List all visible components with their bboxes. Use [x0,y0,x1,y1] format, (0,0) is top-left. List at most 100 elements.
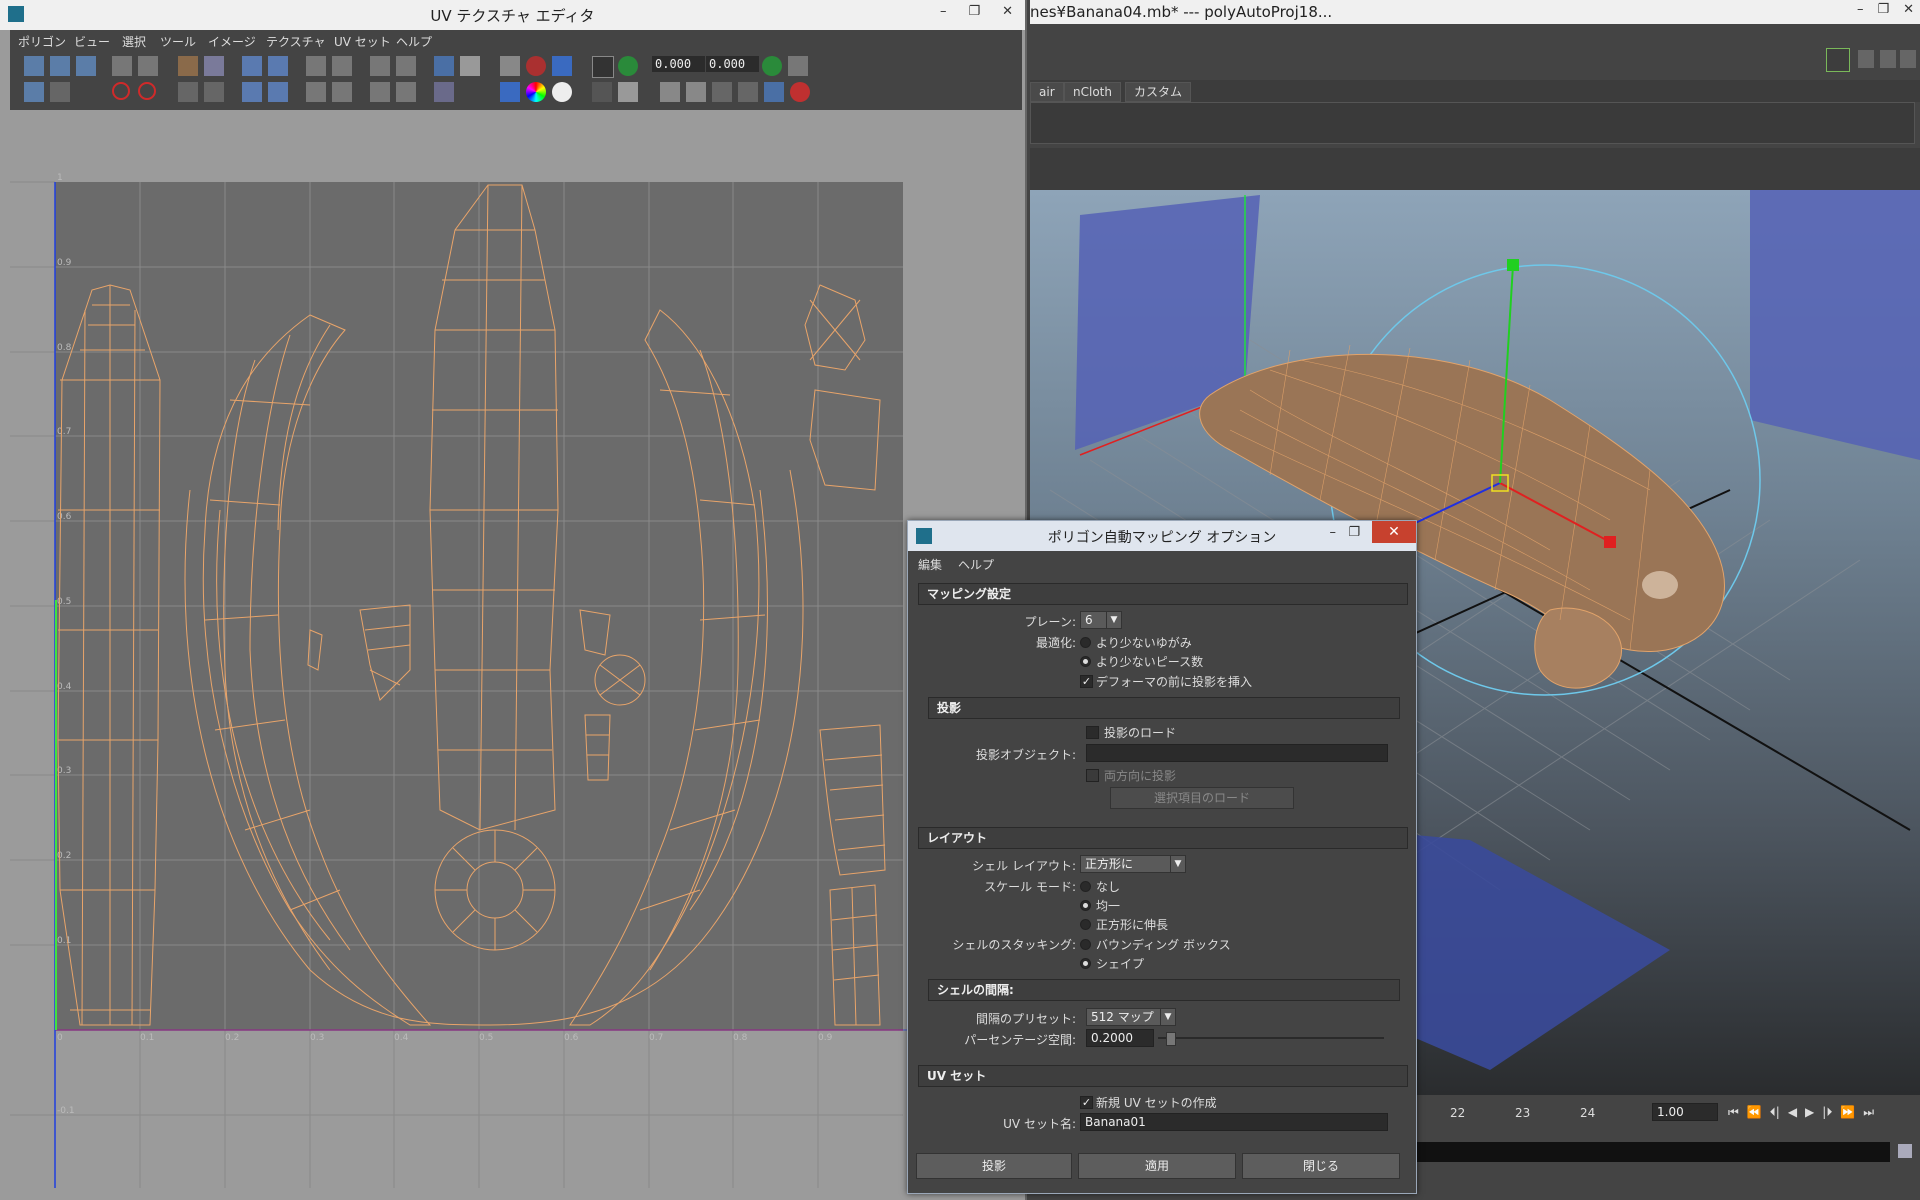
planes-dropdown[interactable]: 6 ▼ [1080,611,1122,629]
checker-display-icon[interactable] [460,56,480,76]
toggle-grid-icon[interactable] [500,56,520,76]
tool-settings-icon[interactable] [1880,50,1896,68]
pixel-snap-icon[interactable] [526,56,546,76]
step-back-frame-button[interactable]: ⏴| [1770,1105,1780,1120]
isolate-add-icon[interactable] [370,82,390,102]
grid-uvs-icon[interactable] [268,56,288,76]
align-min-v-icon[interactable] [306,82,326,102]
shell-spacing-header[interactable]: シェルの間隔: [928,979,1400,1001]
dim-image-icon[interactable] [434,82,454,102]
refresh-uv-values-icon[interactable] [762,56,782,76]
paste-uvs-icon[interactable] [686,82,706,102]
uv-select-shell-icon[interactable] [24,82,44,102]
checker-tile-icon[interactable] [618,82,638,102]
close-button[interactable]: ✕ [1002,4,1013,19]
minimize-button[interactable]: – [1330,525,1337,540]
percentage-space-field[interactable]: 0.2000 [1086,1029,1154,1047]
relax-icon[interactable] [268,82,288,102]
project-button[interactable]: 投影 [916,1153,1072,1179]
uv-tweak-icon[interactable] [50,82,70,102]
step-back-key-button[interactable]: ⏪ [1747,1105,1762,1120]
command-line-input[interactable] [1410,1142,1890,1162]
apply-button[interactable]: 適用 [1078,1153,1236,1179]
sew-uv-edges-icon[interactable] [178,82,198,102]
uv-canvas[interactable]: 0 0.1 0.2 0.3 0.4 0.5 0.6 0.7 0.8 0.9 1 … [10,110,1022,1188]
rgb-channels-icon[interactable] [526,82,546,102]
stacking-shape-radio[interactable] [1080,958,1091,969]
panel-layout-icon[interactable] [1826,48,1850,72]
restore-button[interactable]: ❐ [968,4,980,19]
split-uvs-icon[interactable] [204,56,224,76]
shelf-tab-hair[interactable]: air [1030,82,1064,102]
spacing-preset-dropdown[interactable]: 512 マップ ▼ [1086,1008,1176,1026]
scale-none-radio[interactable] [1080,881,1091,892]
pixel-filter-icon[interactable] [618,56,638,76]
cycle-uv-icon[interactable] [764,82,784,102]
load-selected-button[interactable]: 選択項目のロード [1110,787,1294,809]
channel-box-icon[interactable] [1900,50,1916,68]
copy-uvs-icon[interactable] [660,82,680,102]
uv-transform-entry-icon[interactable] [788,56,808,76]
menu-image[interactable]: イメージ [208,33,256,50]
flip-v-icon[interactable] [138,56,158,76]
align-max-u-icon[interactable] [332,56,352,76]
shaded-uv-display-icon[interactable] [552,56,572,76]
alpha-channel-icon[interactable] [552,82,572,102]
play-backwards-button[interactable]: ◀ [1788,1105,1797,1120]
menu-textures[interactable]: テクスチャ [266,33,326,50]
uv-set-name-field[interactable]: Banana01 [1080,1113,1388,1131]
unfold-icon[interactable] [242,82,262,102]
close-button[interactable]: ✕ [1903,2,1914,17]
menu-help[interactable]: ヘルプ [958,556,994,573]
insert-before-deformers-checkbox[interactable]: ✓ [1080,675,1093,688]
go-to-end-button[interactable]: ⏭ [1863,1105,1874,1120]
optimize-fewer-pieces-radio[interactable] [1080,656,1091,667]
uv-lattice-tool-icon[interactable] [24,56,44,76]
uv-move-tool-icon[interactable] [50,56,70,76]
script-editor-icon[interactable] [1898,1144,1912,1158]
step-forward-key-button[interactable]: ⏩ [1840,1105,1855,1120]
display-image-icon[interactable] [434,56,454,76]
scale-stretch-radio[interactable] [1080,919,1091,930]
close-dialog-button[interactable]: 閉じる [1242,1153,1400,1179]
manipulator-y-handle[interactable] [1507,259,1519,271]
uv-set-editor-icon[interactable] [790,82,810,102]
shelf-tab-ncloth[interactable]: nCloth [1064,82,1121,102]
restore-button[interactable]: ❐ [1348,525,1360,540]
slider-handle[interactable] [1166,1032,1176,1046]
image-range-icon[interactable] [592,56,614,78]
go-to-start-button[interactable]: ⏮ [1728,1105,1739,1120]
load-projection-checkbox[interactable] [1086,726,1099,739]
current-frame-field[interactable]: 1.00 [1652,1103,1718,1121]
paste-v-icon[interactable] [738,82,758,102]
menu-edit[interactable]: 編集 [918,556,942,573]
uv-smudge-tool-icon[interactable] [76,56,96,76]
attribute-editor-icon[interactable] [1858,50,1874,68]
snapshot-grid-icon[interactable] [370,56,390,76]
percentage-space-slider[interactable] [1158,1032,1384,1046]
menu-help[interactable]: ヘルプ [396,33,432,50]
texture-borders-icon[interactable] [500,82,520,102]
projection-object-field[interactable] [1086,744,1388,762]
time-slider[interactable]: 22 23 24 1.00 ⏮ ⏪ ⏴| ◀ ▶ |⏵ ⏩ ⏭ [1410,1100,1920,1130]
projection-header[interactable]: 投影 [928,697,1400,719]
move-and-sew-icon[interactable] [204,82,224,102]
rotate-cw-icon[interactable] [138,82,156,100]
layout-header[interactable]: レイアウト [918,827,1408,849]
rotate-ccw-icon[interactable] [112,82,130,100]
both-directions-checkbox[interactable] [1086,769,1099,782]
u-value-field[interactable]: 0.000 [652,56,705,72]
optimize-less-distortion-radio[interactable] [1080,637,1091,648]
stacking-bbox-radio[interactable] [1080,939,1091,950]
play-forwards-button[interactable]: ▶ [1805,1105,1814,1120]
menu-view[interactable]: ビュー [74,33,110,50]
paste-u-icon[interactable] [712,82,732,102]
flip-u-icon[interactable] [112,56,132,76]
align-max-v-icon[interactable] [332,82,352,102]
create-new-uv-set-checkbox[interactable]: ✓ [1080,1096,1093,1109]
image-ratio-icon[interactable] [592,82,612,102]
mapping-settings-header[interactable]: マッピング設定 [918,583,1408,605]
minimize-button[interactable]: – [1857,2,1864,17]
restore-button[interactable]: ❐ [1877,2,1889,17]
uv-set-header[interactable]: UV セット [918,1065,1408,1087]
